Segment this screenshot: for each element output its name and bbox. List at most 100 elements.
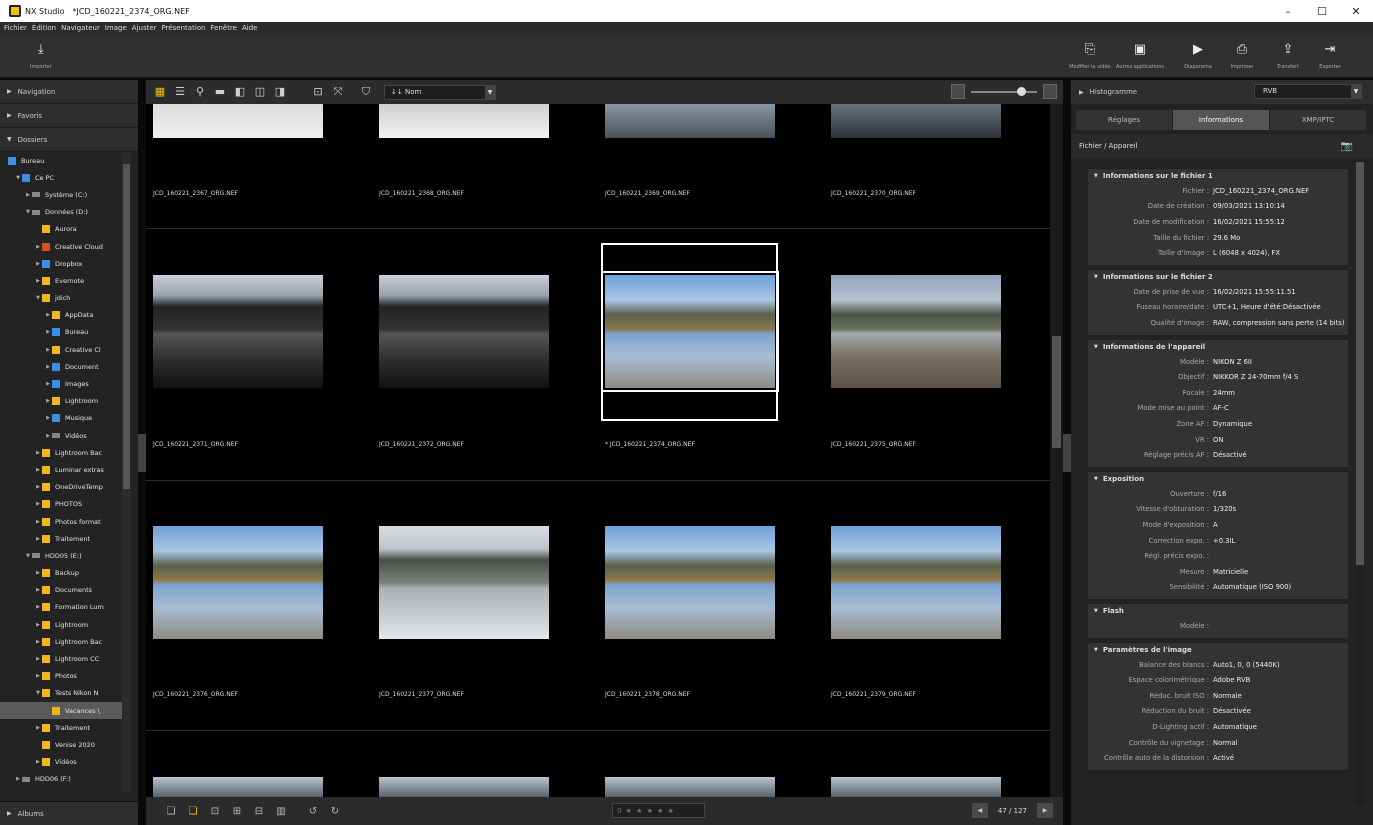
info-scrollbar[interactable]: [1355, 160, 1365, 805]
menu-ajuster[interactable]: Ajuster: [132, 24, 157, 32]
folder-tree-item[interactable]: ▶ Documents: [0, 582, 122, 599]
menu-edition[interactable]: Édition: [32, 24, 56, 32]
menu-aide[interactable]: Aide: [242, 24, 257, 32]
favoris-section-header[interactable]: ▶ Favoris: [0, 104, 138, 128]
print-button[interactable]: ⎙ Imprimer: [1217, 42, 1267, 70]
slideshow-button[interactable]: ▶ Diaporama: [1173, 42, 1223, 70]
expand-toggle-icon[interactable]: ▼: [34, 690, 42, 696]
folder-tree-item[interactable]: ▶ Photos: [0, 668, 122, 685]
folder-tree-item[interactable]: ▶ Bureau: [0, 324, 122, 341]
thumbnail-image[interactable]: [831, 777, 1001, 797]
thumbnail-image[interactable]: [605, 526, 775, 639]
folder-tree-item[interactable]: ▼ Ce PC: [0, 169, 122, 186]
expand-toggle-icon[interactable]: ▶: [34, 639, 42, 645]
expand-toggle-icon[interactable]: ▶: [44, 329, 52, 335]
thumbnail-size-slider[interactable]: [971, 86, 1037, 96]
folder-tree-item[interactable]: Venise 2020: [0, 736, 122, 753]
expand-toggle-icon[interactable]: ▶: [44, 347, 52, 353]
compare-view-icon[interactable]: ◫: [250, 85, 270, 99]
info-section-header[interactable]: ▼ Informations sur le fichier 2: [1088, 270, 1348, 284]
left-panel-collapse-tab[interactable]: [138, 434, 146, 472]
expand-toggle-icon[interactable]: ▶: [34, 450, 42, 456]
menu-presentation[interactable]: Présentation: [162, 24, 206, 32]
rotate-left-icon[interactable]: ↺: [302, 806, 324, 817]
expand-toggle-icon[interactable]: ▼: [34, 295, 42, 301]
folder-tree-item[interactable]: ▶ Photos format: [0, 513, 122, 530]
expand-toggle-icon[interactable]: ▶: [34, 622, 42, 628]
camera-icon[interactable]: 📷: [1341, 141, 1353, 152]
close-button[interactable]: ✕: [1339, 5, 1373, 18]
folder-tree-item[interactable]: ▶ Lightroom: [0, 616, 122, 633]
slider-knob[interactable]: [1017, 86, 1026, 96]
thumbnail-image[interactable]: [153, 526, 323, 639]
menu-navigateur[interactable]: Navigateur: [61, 24, 100, 32]
albums-section-header[interactable]: ▶ Albums: [0, 801, 138, 825]
folder-tree-item[interactable]: ▶ OneDriveTemp: [0, 479, 122, 496]
folder-tree-item[interactable]: ▶ Luminar extras: [0, 461, 122, 478]
thumbnail-image[interactable]: [831, 275, 1001, 388]
info-section-header[interactable]: ▼ Informations sur le fichier 1: [1088, 169, 1348, 183]
folder-tree-item[interactable]: ▶ Lightroom: [0, 393, 122, 410]
scrollbar-thumb[interactable]: [1052, 336, 1061, 448]
zoom-out-button[interactable]: [951, 84, 965, 99]
rotate-right-icon[interactable]: ↻: [324, 806, 346, 817]
menu-fichier[interactable]: Fichier: [4, 24, 27, 32]
info-section-header[interactable]: ▼ Informations de l'appareil: [1088, 340, 1348, 354]
expand-toggle-icon[interactable]: ▶: [44, 312, 52, 318]
expand-toggle-icon[interactable]: ▶: [24, 192, 32, 198]
thumbnail-image[interactable]: [153, 275, 323, 388]
folder-tree-item[interactable]: ▶ Lightroom CC: [0, 650, 122, 667]
filmstrip-view-icon[interactable]: ◧: [230, 85, 250, 99]
crop-icon[interactable]: ⊡: [308, 85, 328, 99]
folder-tree-item[interactable]: ▼ Données (D:): [0, 204, 122, 221]
video-edit-button[interactable]: ⎘ Modifier la vidéo: [1065, 42, 1115, 70]
folder-tree-scrollbar[interactable]: [122, 152, 131, 792]
folder-tree-item[interactable]: ▶ Dropbox: [0, 255, 122, 272]
expand-toggle-icon[interactable]: ▶: [34, 519, 42, 525]
scrollbar-thumb[interactable]: [123, 164, 130, 489]
folder-tree-item[interactable]: ▶ Lightroom Bac: [0, 633, 122, 650]
folder-tree-item[interactable]: ▼ jdich: [0, 290, 122, 307]
folder-tree-item[interactable]: ▶ Musique: [0, 410, 122, 427]
info-section-header[interactable]: ▼ Flash: [1088, 604, 1348, 618]
fit-icon[interactable]: ⤧: [328, 85, 348, 99]
expand-toggle-icon[interactable]: ▶: [34, 484, 42, 490]
expand-toggle-icon[interactable]: ▶: [34, 536, 42, 542]
thumbnail-image[interactable]: [831, 104, 1001, 138]
folder-tree-item[interactable]: Bureau: [0, 152, 122, 169]
histogram-small-icon[interactable]: ▥: [270, 806, 292, 817]
expand-toggle-icon[interactable]: ▶: [34, 570, 42, 576]
list-view-icon[interactable]: ☰: [170, 85, 190, 99]
folder-tree-item[interactable]: ▶ Creative Cloud: [0, 238, 122, 255]
rating-stars[interactable]: 0 ★ ★ ★ ★ ★: [612, 803, 705, 818]
expand-toggle-icon[interactable]: ▶: [34, 656, 42, 662]
expand-toggle-icon[interactable]: ▶: [34, 759, 42, 765]
expand-toggle-icon[interactable]: ▼: [24, 553, 32, 559]
import-button[interactable]: ⤓ Importer: [30, 42, 52, 70]
expand-toggle-icon[interactable]: ▶: [44, 398, 52, 404]
folder-tree-item[interactable]: ▶ Images: [0, 375, 122, 392]
expand-toggle-icon[interactable]: ▶: [44, 433, 52, 439]
zoom-in-button[interactable]: [1043, 84, 1057, 99]
dossiers-section-header[interactable]: ▼ Dossiers: [0, 128, 138, 152]
folder-tree-item[interactable]: ▶ PHOTOS: [0, 496, 122, 513]
info-section-header[interactable]: ▼ Paramètres de l'image: [1088, 643, 1348, 657]
thumbnail-grid-icon[interactable]: ▦: [150, 85, 170, 99]
thumbnail-image[interactable]: [379, 777, 549, 797]
tab-reglages[interactable]: Réglages: [1076, 110, 1172, 130]
grid-scrollbar[interactable]: [1050, 104, 1063, 797]
expand-toggle-icon[interactable]: ▼: [24, 209, 32, 215]
sort-select[interactable]: ↓↓ Nom ▼: [384, 84, 496, 100]
thumbnail-image[interactable]: [153, 104, 323, 138]
export-button[interactable]: ⇥ Exporter: [1305, 42, 1355, 70]
expand-toggle-icon[interactable]: ▶: [44, 381, 52, 387]
folder-tree-item[interactable]: ▶ Document: [0, 358, 122, 375]
scrollbar-thumb[interactable]: [1356, 162, 1364, 565]
folder-tree-item[interactable]: ▶ Lightroom Bac: [0, 444, 122, 461]
expand-toggle-icon[interactable]: ▶: [34, 501, 42, 507]
next-image-button[interactable]: ▶: [1037, 803, 1053, 818]
filmstrip-icon[interactable]: ⊟: [248, 806, 270, 817]
compare-icon[interactable]: ⊡: [204, 806, 226, 817]
thumbnail-image[interactable]: [831, 526, 1001, 639]
folder-tree-item[interactable]: ▶ Système (C:): [0, 186, 122, 203]
